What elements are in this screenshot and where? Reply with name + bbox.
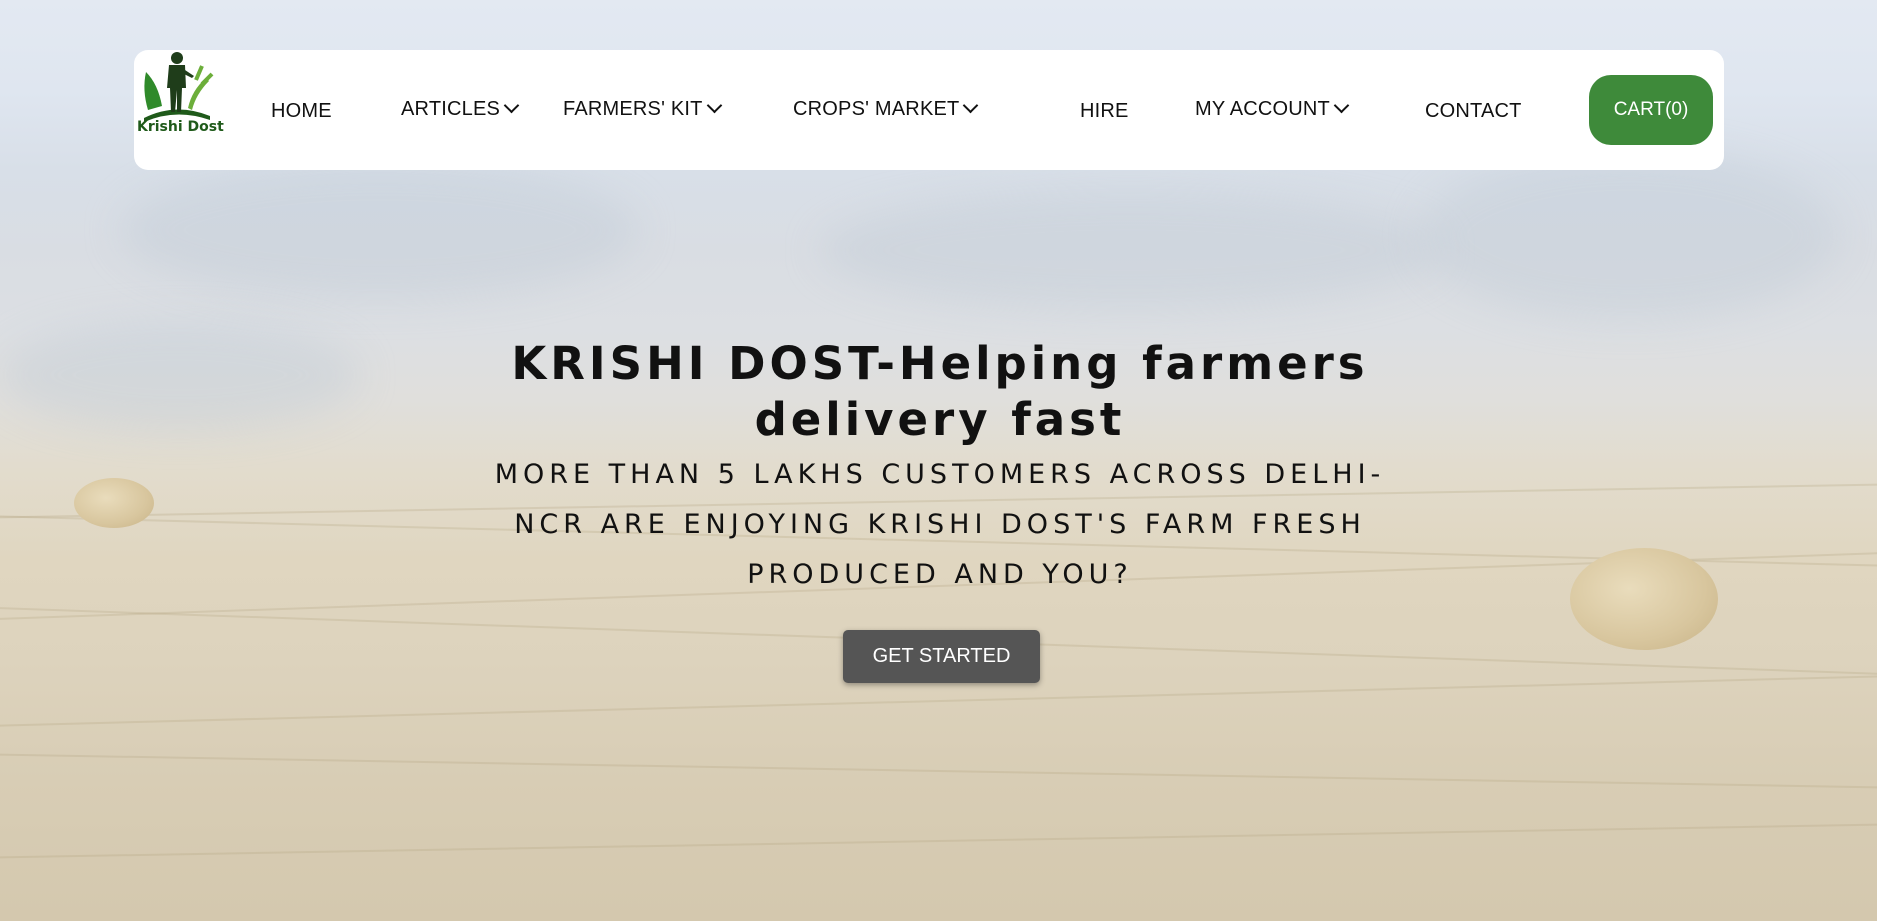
nav-articles[interactable]: ARTICLES <box>401 97 520 121</box>
cloud <box>120 160 640 300</box>
chevron-down-icon <box>1333 97 1350 114</box>
logo-text: Krishi Dost <box>137 119 224 135</box>
nav-home[interactable]: HOME <box>271 100 332 123</box>
chevron-down-icon <box>503 97 520 114</box>
nav-my-account-label: MY ACCOUNT <box>1195 98 1330 120</box>
cloud <box>820 190 1440 310</box>
nav-contact[interactable]: CONTACT <box>1425 100 1522 123</box>
nav-home-label: HOME <box>271 100 332 122</box>
field-row <box>0 752 1877 790</box>
chevron-down-icon <box>963 97 979 114</box>
nav-farmers-kit-label: FARMERS' KIT <box>563 98 703 120</box>
hero-title: KRISHI DOST-Helping farmers delivery fas… <box>511 337 1369 446</box>
cloud <box>0 320 360 430</box>
hero-subtitle: MORE THAN 5 LAKHS CUSTOMERS ACROSS DELHI… <box>494 459 1386 590</box>
nav-my-account[interactable]: MY ACCOUNT <box>1195 97 1350 121</box>
nav-farmers-kit[interactable]: FARMERS' KIT <box>563 97 722 121</box>
nav-hire[interactable]: HIRE <box>1080 100 1129 123</box>
get-started-button[interactable]: GET STARTED <box>843 630 1040 683</box>
cloud <box>1420 150 1840 320</box>
cart-button[interactable]: CART(0) <box>1589 75 1713 145</box>
field-row <box>0 822 1877 860</box>
nav-articles-label: ARTICLES <box>401 98 501 120</box>
nav-crops-market[interactable]: CROPS' MARKET <box>793 97 979 121</box>
navbar: Krishi Dost HOME ARTICLES FARMERS' KIT C… <box>134 50 1724 170</box>
nav-contact-label: CONTACT <box>1425 100 1522 122</box>
nav-hire-label: HIRE <box>1080 100 1129 122</box>
hay-bale <box>74 478 154 528</box>
nav-crops-market-label: CROPS' MARKET <box>793 98 960 120</box>
hay-bale <box>1570 548 1718 650</box>
chevron-down-icon <box>706 97 722 114</box>
